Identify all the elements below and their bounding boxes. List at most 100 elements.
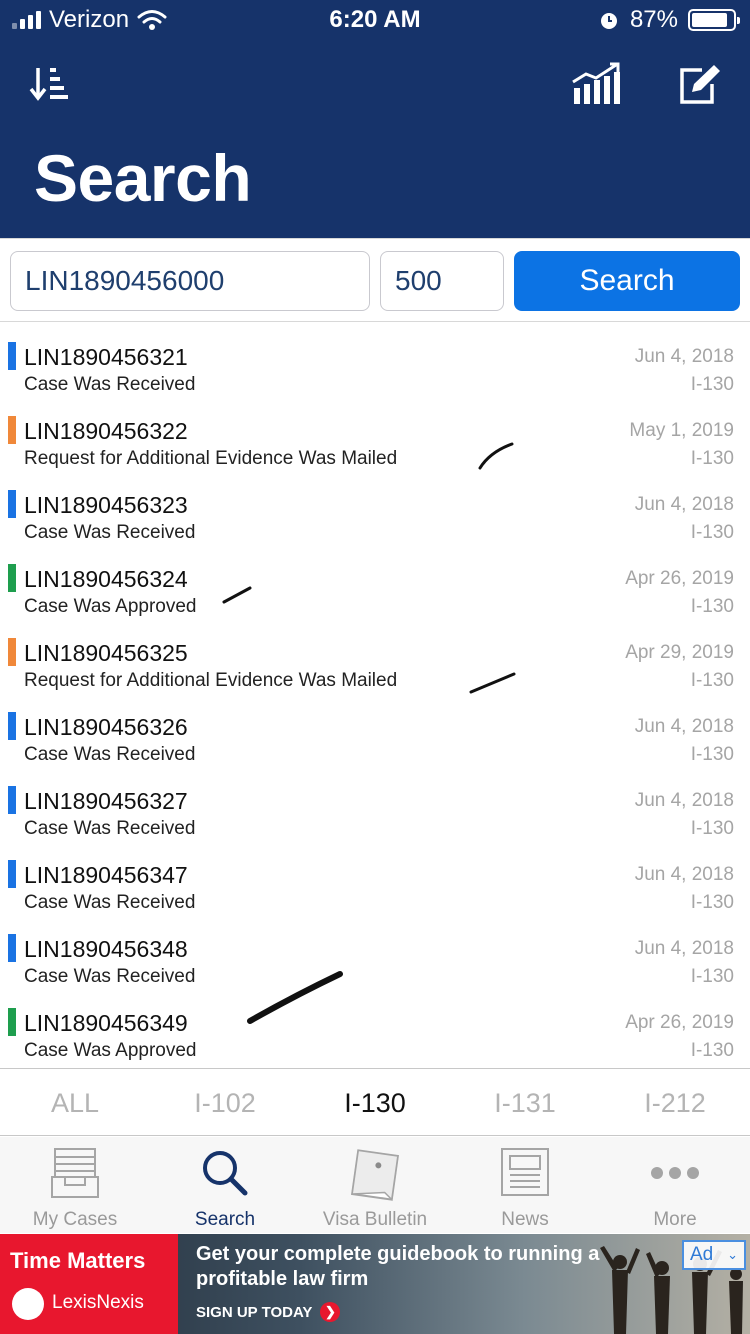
case-date: Jun 4, 2018 xyxy=(634,864,734,885)
case-receipt-number: LIN1890456349 xyxy=(24,1010,188,1036)
search-row: Search xyxy=(0,238,750,322)
scribble-mark xyxy=(247,971,343,1024)
case-date: May 1, 2019 xyxy=(629,420,734,441)
case-row[interactable]: LIN1890456348 Case Was Received Jun 4, 201… xyxy=(0,926,750,1000)
ad-cta[interactable]: SIGN UP TODAY ❯ xyxy=(196,1302,341,1322)
case-form-type: I-130 xyxy=(690,892,734,913)
status-color-indicator xyxy=(8,860,16,888)
case-row[interactable]: LIN1890456325 Request for Additional Evid… xyxy=(0,630,750,704)
status-color-indicator xyxy=(8,416,16,444)
case-row[interactable]: LIN1890456349 Case Was Approved Apr 26, 20… xyxy=(0,1000,750,1074)
form-filter-tabs: ALL I-102 I-130 I-131 I-212 xyxy=(0,1068,750,1136)
case-row[interactable]: LIN1890456321 Case Was Received Jun 4, 201… xyxy=(0,334,750,408)
case-status-text: Case Was Received xyxy=(24,744,196,765)
case-date: Jun 4, 2018 xyxy=(634,346,734,367)
filter-tab-all[interactable]: ALL xyxy=(0,1069,150,1135)
case-date: Jun 4, 2018 xyxy=(634,716,734,737)
case-receipt-number: LIN1890456322 xyxy=(24,418,188,444)
battery-percent: 87% xyxy=(629,6,678,33)
search-button[interactable]: Search xyxy=(514,251,740,311)
scribble-mark xyxy=(469,672,516,694)
range-count-input[interactable] xyxy=(380,251,504,311)
status-color-indicator xyxy=(8,1008,16,1036)
case-status-text: Request for Additional Evidence Was Mail… xyxy=(24,670,398,691)
case-date: Jun 4, 2018 xyxy=(634,494,734,515)
tab-visa-bulletin[interactable]: Visa Bulletin xyxy=(300,1137,450,1233)
scribble-mark xyxy=(222,586,252,604)
sort-icon[interactable] xyxy=(28,62,76,106)
ad-brand-block: Time Matters LexisNexis xyxy=(0,1234,178,1334)
ad-cta-label: SIGN UP TODAY xyxy=(196,1303,313,1321)
status-color-indicator xyxy=(8,712,16,740)
ad-brand-title: Time Matters xyxy=(10,1248,146,1273)
bulletin-note-icon xyxy=(351,1149,399,1202)
case-row[interactable]: LIN1890456347 Case Was Received Jun 4, 201… xyxy=(0,852,750,926)
filter-tab-i-131[interactable]: I-131 xyxy=(450,1069,600,1135)
arrow-right-icon: ❯ xyxy=(320,1302,341,1322)
battery-icon xyxy=(688,9,740,31)
newspaper-icon xyxy=(501,1148,549,1196)
alarm-icon xyxy=(600,13,617,29)
ad-headline: Get your complete guidebook to running a… xyxy=(196,1243,600,1290)
case-form-type: I-130 xyxy=(690,374,734,395)
ad-choice-badge[interactable]: Ad ⌄ xyxy=(682,1240,746,1270)
case-form-type: I-130 xyxy=(690,522,734,543)
status-right: 87% xyxy=(598,6,740,34)
case-status-text: Case Was Received xyxy=(24,374,196,395)
case-row[interactable]: LIN1890456323 Case Was Received Jun 4, 201… xyxy=(0,482,750,556)
filter-tab-i-212[interactable]: I-212 xyxy=(600,1069,750,1135)
ad-badge-label: Ad xyxy=(690,1244,714,1265)
case-row[interactable]: LIN1890456327 Case Was Received Jun 4, 201… xyxy=(0,778,750,852)
case-row[interactable]: LIN1890456322 Request for Additional Evid… xyxy=(0,408,750,482)
case-status-text: Case Was Approved xyxy=(24,1040,197,1061)
chart-icon[interactable] xyxy=(570,62,622,106)
case-date: Apr 26, 2019 xyxy=(625,568,734,589)
case-receipt-number: LIN1890456321 xyxy=(24,344,188,370)
bottom-tab-bar: My Cases Search Visa Bulletin News More xyxy=(0,1137,750,1233)
case-row[interactable]: LIN1890456326 Case Was Received Jun 4, 201… xyxy=(0,704,750,778)
case-form-type: I-130 xyxy=(690,670,734,691)
edit-icon[interactable] xyxy=(676,62,724,106)
case-row[interactable]: LIN1890456324 Case Was Approved Apr 26, 20… xyxy=(0,556,750,630)
tab-search[interactable]: Search xyxy=(150,1137,300,1233)
chevron-down-icon: ⌄ xyxy=(727,1247,738,1262)
case-form-type: I-130 xyxy=(690,596,734,617)
search-icon xyxy=(203,1151,248,1196)
case-status-text: Case Was Received xyxy=(24,966,196,987)
case-status-text: Case Was Received xyxy=(24,522,196,543)
case-form-type: I-130 xyxy=(690,966,734,987)
tab-label: Visa Bulletin xyxy=(322,1209,428,1230)
case-status-text: Case Was Received xyxy=(24,818,196,839)
case-status-text: Request for Additional Evidence Was Mail… xyxy=(24,448,398,469)
scribble-mark xyxy=(478,442,514,470)
tab-label: More xyxy=(653,1209,697,1230)
case-receipt-number: LIN1890456323 xyxy=(24,492,188,518)
status-color-indicator xyxy=(8,564,16,592)
tab-more[interactable]: More xyxy=(600,1137,750,1233)
receipt-number-input[interactable] xyxy=(10,251,370,311)
case-date: Jun 4, 2018 xyxy=(634,938,734,959)
status-color-indicator xyxy=(8,786,16,814)
filter-tab-i-130[interactable]: I-130 xyxy=(300,1069,450,1135)
tab-label: Search xyxy=(194,1209,256,1230)
case-form-type: I-130 xyxy=(690,448,734,469)
inbox-tray-icon xyxy=(51,1148,99,1198)
status-color-indicator xyxy=(8,934,16,962)
filter-tab-i-102[interactable]: I-102 xyxy=(150,1069,300,1135)
ad-banner[interactable]: Time Matters LexisNexis Get your complet… xyxy=(0,1234,750,1334)
more-dots-icon xyxy=(651,1167,699,1179)
case-receipt-number: LIN1890456348 xyxy=(24,936,188,962)
status-bar: Verizon 6:20 AM 87% xyxy=(0,0,750,42)
status-color-indicator xyxy=(8,638,16,666)
tab-news[interactable]: News xyxy=(450,1137,600,1233)
case-date: Apr 29, 2019 xyxy=(625,642,734,663)
status-color-indicator xyxy=(8,342,16,370)
case-form-type: I-130 xyxy=(690,744,734,765)
case-receipt-number: LIN1890456325 xyxy=(24,640,188,666)
tab-my-cases[interactable]: My Cases xyxy=(0,1137,150,1233)
app-header: Verizon 6:20 AM 87% Search xyxy=(0,0,750,238)
page-title: Search xyxy=(34,141,252,215)
case-form-type: I-130 xyxy=(690,818,734,839)
case-status-text: Case Was Approved xyxy=(24,596,197,617)
case-status-text: Case Was Received xyxy=(24,892,196,913)
